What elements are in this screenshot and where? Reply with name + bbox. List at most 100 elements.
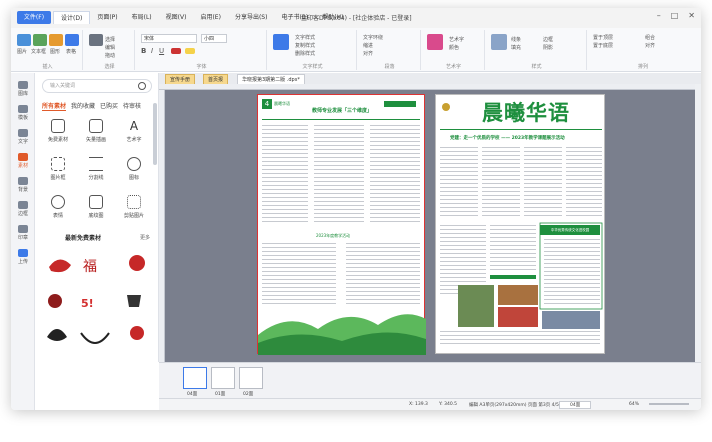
- fill-label[interactable]: 填充: [511, 44, 521, 51]
- sidebar-item-background[interactable]: 背景: [15, 177, 31, 193]
- align-label[interactable]: 对齐: [363, 50, 373, 57]
- group-name-font: 字体: [196, 64, 207, 70]
- wordart-icon[interactable]: [427, 34, 443, 50]
- drag-button-label[interactable]: 拖动: [105, 52, 115, 59]
- italic-icon[interactable]: I: [151, 47, 153, 55]
- sidebar-item-material[interactable]: 素材: [15, 153, 31, 169]
- group-name-select: 选择: [104, 64, 115, 70]
- sidebar-item-template[interactable]: 模板: [15, 105, 31, 121]
- tile-vector[interactable]: 矢量插画: [79, 115, 113, 147]
- doc-tab[interactable]: 首页报: [203, 74, 229, 84]
- tab-all-materials[interactable]: 所有素材: [42, 101, 67, 111]
- tab-purchased[interactable]: 已购买: [100, 101, 118, 111]
- line-style-icon[interactable]: [491, 34, 507, 50]
- edit-button-label[interactable]: 编辑: [105, 44, 115, 51]
- clipart-cup[interactable]: [127, 295, 141, 307]
- upload-icon: [18, 249, 28, 257]
- menu-page[interactable]: 页面(P): [90, 11, 124, 24]
- menu-layout[interactable]: 布局(L): [125, 11, 159, 24]
- image-icon[interactable]: [17, 34, 31, 46]
- textbox-button-label: 文本框: [31, 49, 47, 55]
- thumbnail-page[interactable]: [183, 367, 207, 389]
- search-input[interactable]: 输入关键词: [42, 79, 152, 93]
- tab-pending[interactable]: 待审核: [123, 101, 141, 111]
- window-title: 金印客DPS(x64) - [社企体验店 - 已登录]: [301, 15, 412, 22]
- clipart-red-ornament[interactable]: [130, 326, 144, 340]
- send-back-label[interactable]: 置于底层: [593, 42, 613, 49]
- color-label[interactable]: 颜色: [449, 44, 459, 51]
- panel-scrollbar[interactable]: [153, 103, 157, 165]
- copy-style-label[interactable]: 复制样式: [295, 42, 315, 49]
- clipart-calligraphy[interactable]: 福: [83, 259, 97, 275]
- tab-favorites[interactable]: 我的收藏: [71, 101, 95, 111]
- line-label[interactable]: 线条: [511, 36, 521, 43]
- clipart-51-badge[interactable]: 5!: [81, 297, 94, 310]
- image-library-icon: [18, 81, 28, 89]
- shadow-label[interactable]: 阴影: [543, 44, 553, 51]
- shape-icon[interactable]: [49, 34, 63, 46]
- ribbon-group-textstyle: 文字样式 复制样式 删除样式 文字样式: [269, 30, 357, 70]
- font-color-icon[interactable]: [171, 48, 181, 54]
- page-select[interactable]: 04面: [559, 401, 592, 409]
- menu-design[interactable]: 设计(D): [53, 11, 91, 24]
- tile-icons[interactable]: 图标: [117, 153, 151, 185]
- file-menu-button[interactable]: 文件(F): [17, 11, 51, 24]
- newspaper-page-right[interactable]: 晨曦华语 党建：走一个优质的学校 —— 2023年教学课题展示活动 中华优秀传统…: [435, 94, 605, 354]
- doc-tab[interactable]: 宣传手册: [165, 74, 196, 84]
- newspaper-page-left[interactable]: 4 晨曦华语 教师专业发展「三个维度」 2023年度教学活动: [257, 94, 426, 355]
- text-wrap-label[interactable]: 文字环绕: [363, 34, 383, 41]
- group-label[interactable]: 组合: [645, 34, 655, 41]
- select-icon[interactable]: [89, 34, 103, 46]
- search-icon[interactable]: [138, 82, 146, 90]
- indent-label[interactable]: 缩进: [363, 42, 373, 49]
- clip-icon: [127, 195, 141, 209]
- highlight-color-icon[interactable]: [185, 48, 195, 54]
- thumbnail-page[interactable]: [211, 367, 235, 389]
- thumbnail-page[interactable]: [239, 367, 263, 389]
- bold-icon[interactable]: B: [141, 47, 146, 55]
- tile-divider[interactable]: 分割线: [79, 153, 113, 185]
- sidebar-item-upload[interactable]: 上传: [15, 249, 31, 265]
- font-family-select[interactable]: 宋体: [141, 34, 197, 43]
- tile-wordart[interactable]: A 艺术字: [117, 115, 151, 147]
- tile-emoji[interactable]: 表情: [41, 191, 75, 223]
- status-bar: X: 139.3 Y: 340.5 编辑 A3单页(297x420mm) 页面 …: [159, 398, 701, 410]
- menu-view[interactable]: 视图(V): [159, 11, 194, 24]
- menu-enable[interactable]: 启用(E): [193, 11, 227, 24]
- clipart-ink-figure[interactable]: [47, 329, 67, 341]
- sidebar-item-library[interactable]: 图库: [15, 81, 31, 97]
- tile-clip[interactable]: 剪贴图片: [117, 191, 151, 223]
- close-icon[interactable]: ✕: [688, 11, 695, 20]
- doc-tab-active[interactable]: 华晓报第3期第二版 .dps*: [237, 74, 305, 84]
- cursor-y: Y: 340.5: [439, 402, 457, 407]
- underline-icon[interactable]: U: [159, 47, 164, 55]
- clipart-dragon[interactable]: [49, 259, 71, 273]
- clipart-bowl[interactable]: [80, 332, 110, 344]
- border-label[interactable]: 边框: [543, 36, 553, 43]
- font-size-select[interactable]: 小四: [201, 34, 227, 43]
- sidebar-item-stamp[interactable]: 印章: [15, 225, 31, 241]
- zoom-slider[interactable]: [649, 403, 689, 405]
- tile-frame[interactable]: 图片框: [41, 153, 75, 185]
- sidebar-item-text[interactable]: 文字: [15, 129, 31, 145]
- menu-share-export[interactable]: 分享导出(S): [228, 11, 275, 24]
- arrange-align-label[interactable]: 对齐: [645, 42, 655, 49]
- text-style-label[interactable]: 文字样式: [295, 34, 315, 41]
- more-link[interactable]: 更多: [140, 234, 150, 241]
- wordart-label[interactable]: 艺术字: [449, 36, 464, 43]
- canvas-scrollbar[interactable]: [695, 84, 701, 362]
- delete-style-label[interactable]: 删除样式: [295, 50, 315, 57]
- photo-2: [498, 285, 538, 305]
- bring-front-label[interactable]: 置于顶层: [593, 34, 613, 41]
- textbox-icon[interactable]: [33, 34, 47, 46]
- maximize-icon[interactable]: □: [671, 11, 679, 20]
- sidebar-item-border[interactable]: 边框: [15, 201, 31, 217]
- text-style-icon[interactable]: [273, 34, 289, 50]
- minimize-icon[interactable]: –: [657, 11, 661, 20]
- clipart-flower[interactable]: [48, 294, 62, 308]
- table-icon[interactable]: [65, 34, 79, 46]
- workspace-canvas[interactable]: [159, 84, 695, 362]
- clipart-lantern[interactable]: [129, 255, 145, 271]
- tile-free-material[interactable]: 免费素材: [41, 115, 75, 147]
- tile-pattern[interactable]: 底纹图: [79, 191, 113, 223]
